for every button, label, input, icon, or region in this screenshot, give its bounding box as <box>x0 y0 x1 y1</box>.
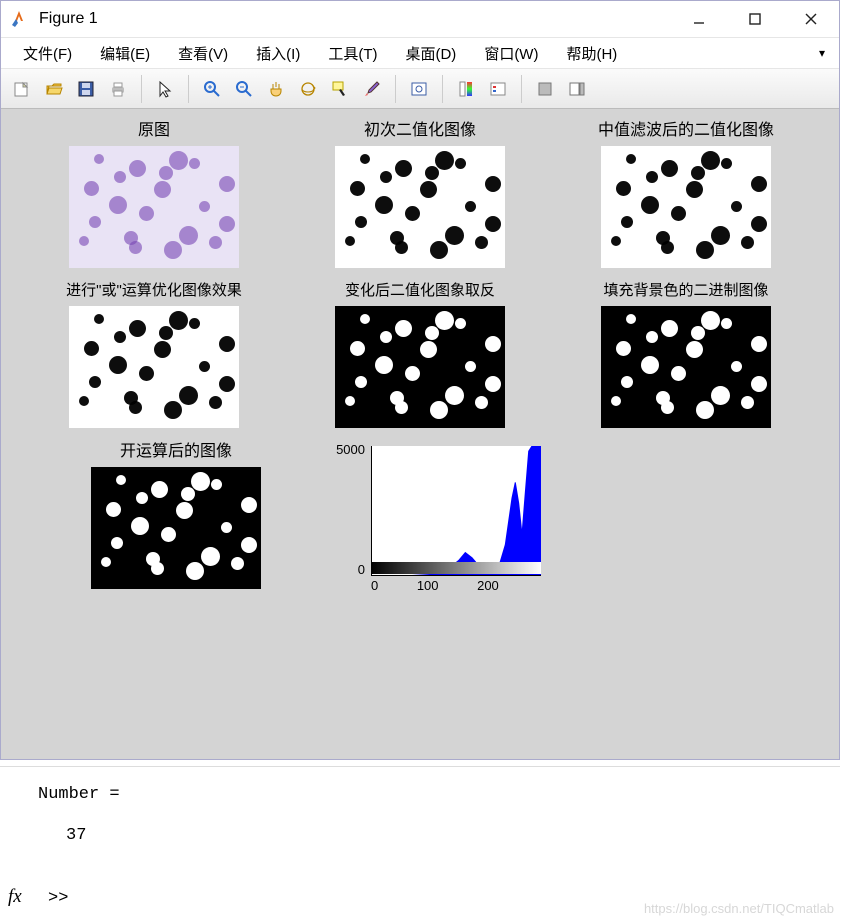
datacursor-icon[interactable] <box>325 74 355 104</box>
print-icon[interactable] <box>103 74 133 104</box>
titlebar[interactable]: Figure 1 <box>1 1 839 37</box>
ytick-max: 5000 <box>331 442 365 457</box>
xtick: 100 <box>417 578 439 593</box>
subplot-title: 填充背景色的二进制图像 <box>571 282 801 300</box>
fx-icon[interactable]: fx <box>8 886 22 908</box>
histogram-plot[interactable] <box>371 446 541 576</box>
output-varname: Number = <box>38 785 832 804</box>
subplot-5: 变化后二值化图象取反 <box>305 282 535 428</box>
pan-icon[interactable] <box>261 74 291 104</box>
matlab-logo-icon <box>9 9 29 29</box>
menu-tools[interactable]: 工具(T) <box>314 43 391 64</box>
new-figure-icon[interactable] <box>7 74 37 104</box>
zoom-out-icon[interactable] <box>229 74 259 104</box>
hide-plottools-icon[interactable] <box>530 74 560 104</box>
menu-edit[interactable]: 编辑(E) <box>86 43 164 64</box>
histogram-area <box>372 446 541 576</box>
figure-window: Figure 1 文件(F) 编辑(E) 查看(V) 插入(I) 工具(T) 桌… <box>0 0 840 760</box>
watermark: https://blog.csdn.net/TIQCmatlab <box>644 901 834 916</box>
image-invert[interactable] <box>335 306 505 428</box>
link-icon[interactable] <box>404 74 434 104</box>
open-icon[interactable] <box>39 74 69 104</box>
menu-window[interactable]: 窗口(W) <box>470 43 552 64</box>
subplot-8-histogram: 5000 0 0 100 200 . <box>321 442 551 592</box>
image-orop[interactable] <box>69 306 239 428</box>
subplot-4: 进行"或"运算优化图像效果 <box>39 282 269 428</box>
subplot-title: 中值滤波后的二值化图像 <box>571 121 801 140</box>
window-maximize-button[interactable] <box>727 1 783 37</box>
show-plottools-icon[interactable] <box>562 74 592 104</box>
menu-desktop[interactable]: 桌面(D) <box>391 43 470 64</box>
menu-help[interactable]: 帮助(H) <box>552 43 631 64</box>
window-minimize-button[interactable] <box>671 1 727 37</box>
subplot-title: 开运算后的图像 <box>71 442 281 461</box>
subplot-1: 原图 /*placeholder*/ <box>39 121 269 268</box>
gray-gradient-bar <box>371 562 541 574</box>
axes-area: 原图 /*placeholder*/ 初次二值化图像 中值滤波后的二值化图像 进… <box>1 109 839 759</box>
subplot-2: 初次二值化图像 <box>305 121 535 268</box>
menu-overflow-icon[interactable]: ▾ <box>819 46 831 60</box>
menu-file[interactable]: 文件(F) <box>9 43 86 64</box>
cursor-icon[interactable] <box>150 74 180 104</box>
legend-icon[interactable] <box>483 74 513 104</box>
save-icon[interactable] <box>71 74 101 104</box>
image-binary[interactable] <box>335 146 505 268</box>
xtick: 0 <box>371 578 378 593</box>
subplot-title: 原图 <box>39 121 269 140</box>
subplot-6: 填充背景色的二进制图像 <box>571 282 801 428</box>
subplot-title: 初次二值化图像 <box>305 121 535 140</box>
prompt[interactable]: >> <box>48 889 68 908</box>
toolbar <box>1 69 839 109</box>
menu-bar: 文件(F) 编辑(E) 查看(V) 插入(I) 工具(T) 桌面(D) 窗口(W… <box>1 37 839 69</box>
colorbar-icon[interactable] <box>451 74 481 104</box>
subplot-title: 进行"或"运算优化图像效果 <box>39 282 269 300</box>
output-value: 37 <box>38 826 832 845</box>
menu-insert[interactable]: 插入(I) <box>242 43 314 64</box>
image-open[interactable] <box>91 467 261 589</box>
subplot-7: 开运算后的图像 <box>71 442 281 592</box>
subplot-3: 中值滤波后的二值化图像 <box>571 121 801 268</box>
zoom-in-icon[interactable] <box>197 74 227 104</box>
subplot-title: 变化后二值化图象取反 <box>305 282 535 300</box>
command-window-output: Number = 37 <box>0 766 840 920</box>
window-title: Figure 1 <box>39 10 98 28</box>
menu-view[interactable]: 查看(V) <box>164 43 242 64</box>
image-fill[interactable] <box>601 306 771 428</box>
xtick: 200 <box>477 578 499 593</box>
xticks: 0 100 200 . <box>371 578 541 593</box>
image-original[interactable]: /*placeholder*/ <box>69 146 239 268</box>
brush-icon[interactable] <box>357 74 387 104</box>
window-close-button[interactable] <box>783 1 839 37</box>
rotate3d-icon[interactable] <box>293 74 323 104</box>
image-median[interactable] <box>601 146 771 268</box>
ytick-min: 0 <box>331 562 365 577</box>
